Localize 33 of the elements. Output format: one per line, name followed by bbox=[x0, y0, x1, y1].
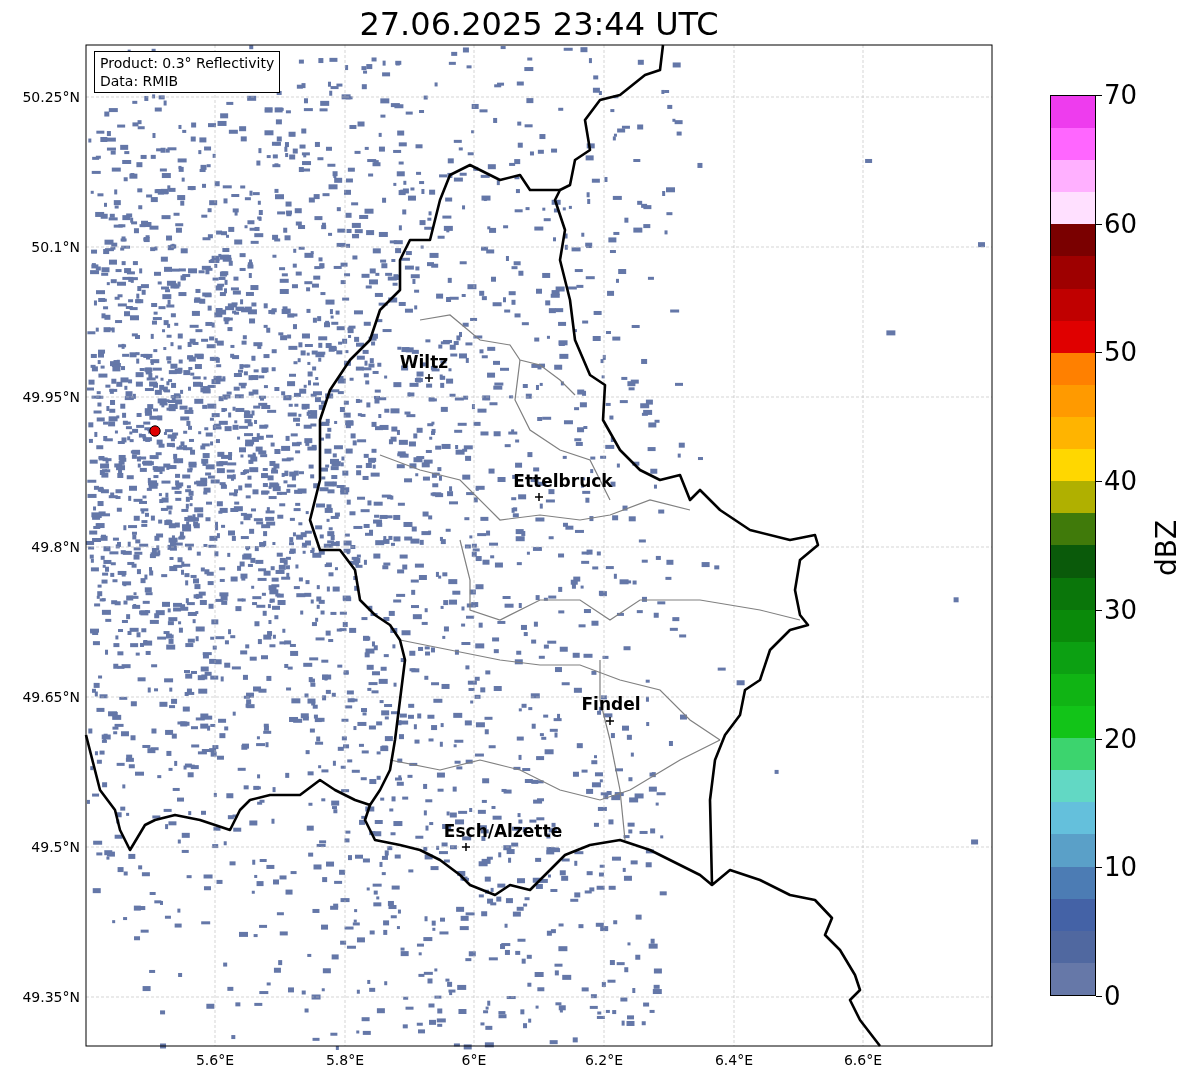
longitude-label: 6.6°E bbox=[843, 1052, 883, 1068]
latitude-label: 50.25°N bbox=[22, 89, 80, 105]
latitude-label: 49.5°N bbox=[31, 839, 80, 855]
colorbar-label: dBZ bbox=[1151, 519, 1184, 577]
plus-icon bbox=[535, 493, 543, 501]
colorbar-tick-label: 40 bbox=[1104, 466, 1138, 497]
longitude-label: 6.4°E bbox=[714, 1052, 754, 1068]
latitude-label: 49.65°N bbox=[22, 689, 80, 705]
colorbar-tick-label: 60 bbox=[1104, 208, 1138, 239]
plus-icon bbox=[606, 717, 614, 725]
city-label: Esch/Alzette bbox=[443, 821, 563, 841]
colorbar-tick-label: 0 bbox=[1104, 981, 1121, 1011]
longitude-label: 6.2°E bbox=[584, 1052, 624, 1068]
plus-icon bbox=[425, 374, 433, 382]
latitude-label: 49.95°N bbox=[22, 389, 80, 405]
legend-text: Product: 0.3° Reflectivity bbox=[100, 54, 275, 72]
latitude-label: 50.1°N bbox=[31, 239, 80, 255]
legend-text: Data: RMIB bbox=[100, 72, 180, 90]
colorbar-tick-label: 30 bbox=[1104, 594, 1138, 625]
longitude-label: 6°E bbox=[461, 1052, 487, 1068]
plus-icon bbox=[462, 843, 470, 851]
colorbar-tick-label: 10 bbox=[1104, 852, 1138, 883]
colorbar-tick-label: 70 bbox=[1104, 80, 1138, 110]
latitude-label: 49.35°N bbox=[22, 989, 80, 1005]
city-label: Wiltz bbox=[399, 352, 449, 372]
latitude-label: 49.8°N bbox=[31, 539, 80, 555]
colorbar-tick-label: 50 bbox=[1104, 337, 1138, 368]
longitude-label: 5.8°E bbox=[325, 1052, 365, 1068]
city-label: Findel bbox=[581, 694, 641, 714]
longitude-label: 5.6°E bbox=[195, 1052, 235, 1068]
plot-title: 27.06.2025 23:44 UTC bbox=[358, 4, 720, 44]
colorbar-tick-label: 20 bbox=[1104, 723, 1138, 754]
radar-site-icon bbox=[149, 425, 161, 437]
